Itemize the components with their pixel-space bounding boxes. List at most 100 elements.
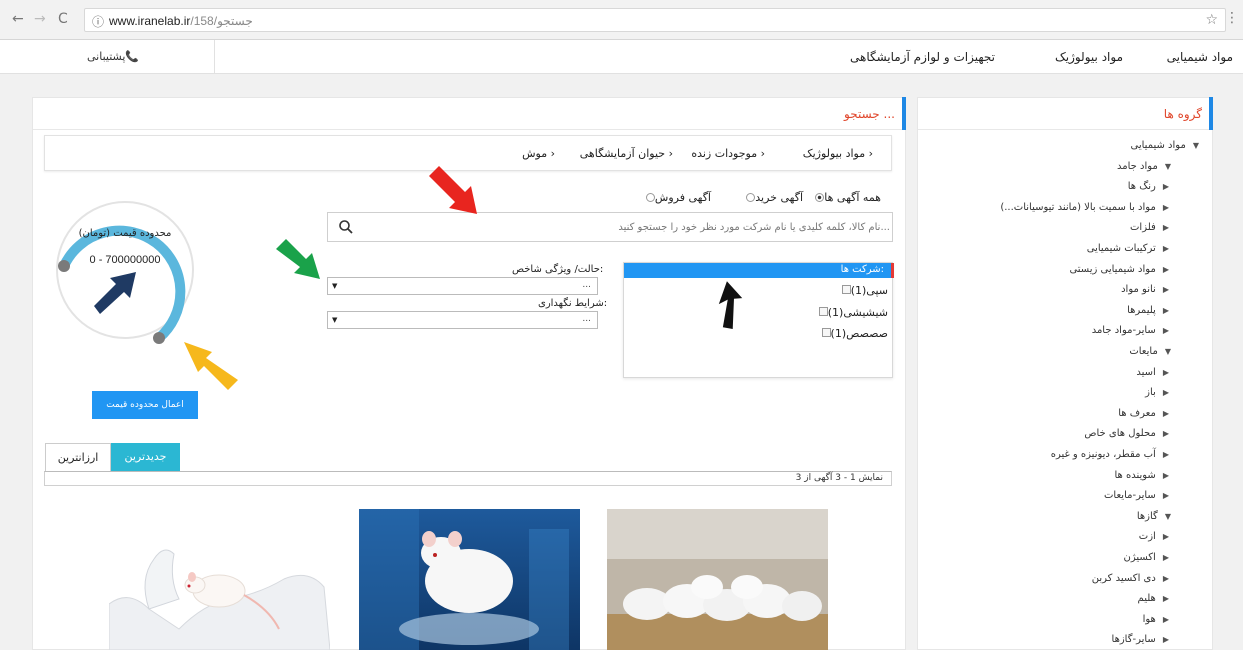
nav-link-biologicals[interactable]: مواد بیولوژیک: [1055, 50, 1123, 64]
tree-item-label: اکسیژن: [1123, 552, 1156, 563]
caret-left-icon: ▶: [1162, 573, 1170, 583]
tree-leaf-item[interactable]: محلول های خاص ▶: [1084, 428, 1173, 439]
tree-leaf-item[interactable]: سایر-مایعات ▶: [1104, 490, 1173, 501]
tree-leaf-item[interactable]: دی اکسید کربن ▶: [1092, 573, 1173, 584]
bookmark-star-icon[interactable]: ☆: [1205, 12, 1218, 28]
tree-item-label: ترکیبات شیمیایی: [1086, 243, 1156, 254]
browser-menu-icon[interactable]: ⋮: [1225, 10, 1239, 26]
tree-item-label: اسید: [1136, 366, 1156, 378]
support-link[interactable]: پشتیبانی📞: [87, 50, 139, 63]
tree-leaf-item[interactable]: اسید ▶: [1136, 367, 1173, 378]
caret-left-icon: ▶: [1162, 264, 1170, 274]
back-icon[interactable]: ←: [12, 11, 24, 27]
search-panel-header: جستجو ...: [33, 97, 906, 130]
tree-leaf-item[interactable]: اکسیژن ▶: [1123, 552, 1173, 563]
tree-group-item[interactable]: مایعات ▼: [1129, 346, 1175, 357]
tree-group-item[interactable]: مواد جامد ▼: [1117, 161, 1175, 172]
tree-item-label: گازها: [1136, 510, 1158, 522]
tree-group-item[interactable]: مواد شیمیایی ▼: [1131, 140, 1203, 151]
tree-item-label: مواد با سمیت بالا (مانند تیوسیانات...): [1000, 201, 1156, 213]
company-checkbox[interactable]: سپی(1): [841, 284, 888, 297]
tree-item-label: آب مقطر، دیونیزه و غیره: [1050, 449, 1156, 460]
radio-on-icon: [815, 193, 825, 202]
breadcrumb-item[interactable]: موش ›: [522, 147, 555, 160]
tree-item-label: سایر-مواد جامد: [1091, 325, 1156, 337]
address-bar[interactable]: ⓘ www.iranelab.ir/158/جستجو ☆: [84, 8, 1226, 32]
tree-item-label: سایر-مایعات: [1104, 490, 1156, 502]
caret-left-icon: ▶: [1162, 388, 1170, 398]
tree-item-label: نانو مواد: [1121, 284, 1156, 296]
results-count: نمایش 1 - 3 آگهی از 3: [795, 473, 883, 483]
tree-leaf-item[interactable]: نانو مواد ▶: [1121, 284, 1173, 295]
caret-left-icon: ▶: [1162, 532, 1170, 542]
browser-toolbar: ← → C ⓘ www.iranelab.ir/158/جستجو ☆ ⋮: [0, 0, 1243, 40]
caret-left-icon: ▶: [1162, 408, 1170, 418]
tree-leaf-item[interactable]: رنگ ها ▶: [1128, 181, 1173, 192]
caret-left-icon: ▶: [1162, 450, 1170, 459]
yellow-arrow-icon: [184, 342, 238, 390]
breadcrumb-item[interactable]: حیوان آزمایشگاهی ›: [580, 147, 673, 160]
url-text: www.iranelab.ir/158/جستجو: [109, 14, 253, 28]
caret-left-icon: ▶: [1162, 326, 1170, 336]
radio-all-ads[interactable]: همه آگهی ها: [813, 191, 881, 204]
caret-down-icon: ▼: [1192, 141, 1200, 150]
tree-leaf-item[interactable]: مواد شیمیایی زیستی ▶: [1069, 264, 1173, 275]
radio-off-icon: [746, 193, 756, 202]
tree-leaf-item[interactable]: پلیمرها ▶: [1127, 305, 1173, 316]
nav-link-chemicals[interactable]: مواد شیمیایی: [1167, 50, 1233, 64]
product-card[interactable]: [607, 509, 828, 650]
breadcrumb-item[interactable]: مواد بیولوژیک ›: [803, 147, 873, 160]
radio-sell-ads[interactable]: آگهی فروش: [644, 191, 711, 204]
product-image-mouse-dish: [359, 509, 580, 650]
tree-item-label: مایعات: [1129, 346, 1158, 357]
red-arrow-icon: [429, 166, 477, 214]
forward-icon[interactable]: →: [34, 11, 46, 27]
tab-cheapest[interactable]: ارزانترین: [45, 443, 111, 471]
info-icon[interactable]: ⓘ: [92, 13, 104, 30]
radio-off-icon: [645, 193, 655, 202]
search-title: جستجو ...: [844, 107, 895, 121]
caret-left-icon: ▶: [1162, 594, 1170, 604]
tree-leaf-item[interactable]: سایر-مواد جامد ▶: [1092, 325, 1173, 336]
product-card[interactable]: [109, 509, 330, 650]
dial-max-handle[interactable]: [153, 332, 165, 344]
tree-item-label: مواد شیمیایی زیستی: [1069, 263, 1156, 275]
tree-item-label: هلیم: [1137, 593, 1156, 605]
reload-icon[interactable]: C: [58, 11, 68, 27]
divider: [214, 40, 215, 74]
companies-title: شرکت ها:: [840, 264, 884, 275]
apply-price-button[interactable]: اعمال محدوده قیمت: [92, 391, 198, 419]
tree-leaf-item[interactable]: هلیم ▶: [1138, 593, 1173, 604]
tree-leaf-item[interactable]: باز ▶: [1145, 387, 1173, 398]
tree-leaf-item[interactable]: ازت ▶: [1139, 531, 1173, 542]
tree-leaf-item[interactable]: فلزات ▶: [1130, 222, 1173, 233]
tree-item-label: فلزات: [1130, 222, 1156, 234]
groups-title: گروه ها: [1163, 107, 1202, 121]
product-card[interactable]: [359, 509, 580, 650]
tree-leaf-item[interactable]: مواد با سمیت بالا (مانند تیوسیانات...) ▶: [1000, 202, 1173, 213]
caret-left-icon: ▶: [1162, 182, 1170, 192]
breadcrumb-item[interactable]: موجودات زنده ›: [691, 147, 765, 160]
company-checkbox[interactable]: صصصص(1): [821, 327, 888, 340]
caret-left-icon: ▶: [1162, 635, 1170, 645]
search-icon[interactable]: [338, 219, 354, 235]
tab-newest[interactable]: جدیدترین: [111, 443, 180, 471]
tree-leaf-item[interactable]: هوا ▶: [1143, 614, 1173, 625]
navy-arrow-icon: [94, 272, 136, 314]
tree-leaf-item[interactable]: شوینده ها ▶: [1114, 470, 1173, 481]
state-select[interactable]: ▼ ...: [327, 277, 598, 295]
tree-group-item[interactable]: گازها ▼: [1137, 511, 1175, 522]
caret-left-icon: ▶: [1162, 553, 1170, 562]
radio-buy-ads[interactable]: آگهی خرید: [744, 191, 803, 204]
tree-leaf-item[interactable]: معرف ها ▶: [1118, 408, 1173, 419]
tree-leaf-item[interactable]: آب مقطر، دیونیزه و غیره ▶: [1051, 449, 1173, 460]
tree-item-label: مواد شیمیایی: [1130, 140, 1186, 151]
tree-leaf-item[interactable]: سایر-گازها ▶: [1112, 634, 1173, 645]
black-arrow-icon: [718, 281, 743, 329]
caret-left-icon: ▶: [1162, 223, 1170, 233]
storage-select[interactable]: ▼ ...: [327, 311, 598, 329]
tree-leaf-item[interactable]: ترکیبات شیمیایی ▶: [1087, 243, 1173, 254]
tree-item-label: پلیمرها: [1127, 304, 1156, 316]
company-checkbox[interactable]: شیشیشی(1): [818, 306, 888, 319]
nav-link-lab-equipment[interactable]: تجهیزات و لوازم آزمایشگاهی: [850, 50, 995, 64]
